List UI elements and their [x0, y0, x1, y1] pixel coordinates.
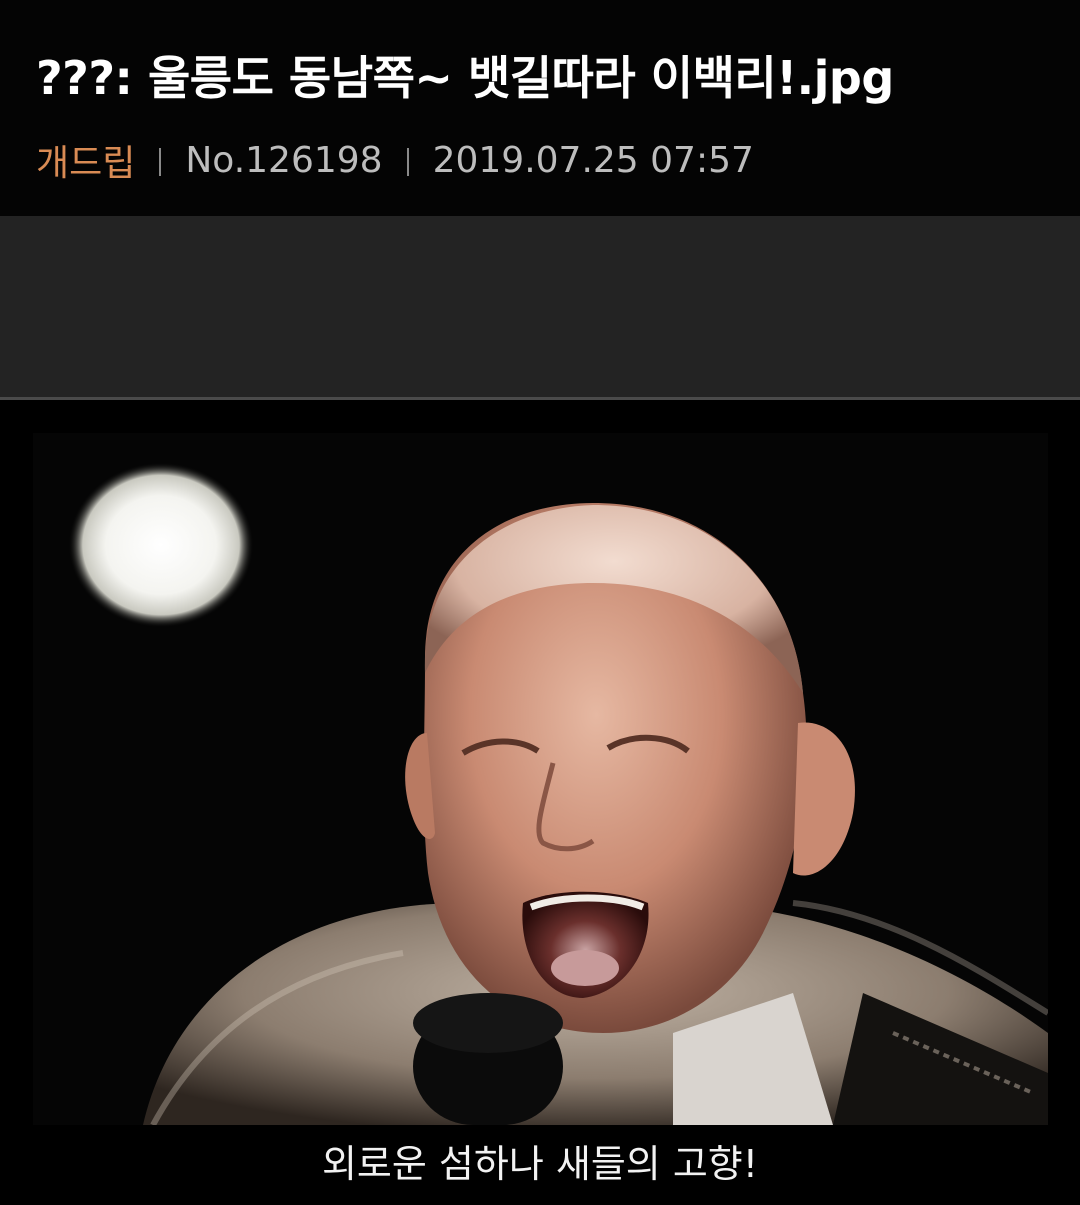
post-image[interactable] — [33, 433, 1048, 1125]
image-caption: 외로운 섬하나 새들의 고향! — [321, 1142, 759, 1186]
meta-divider — [159, 148, 162, 176]
post-number: No.126198 — [185, 139, 383, 181]
meta-divider — [406, 148, 409, 176]
moon-shape — [69, 463, 253, 627]
post-image-illustration — [33, 433, 1048, 1125]
post-header: ???: 울릉도 동남쪽~ 뱃길따라 이백리!.jpg 개드립 No.12619… — [0, 0, 1080, 216]
post-title: ???: 울릉도 동남쪽~ 뱃길따라 이백리!.jpg — [36, 51, 894, 105]
post-meta: 개드립 No.126198 2019.07.25 07:57 — [36, 132, 754, 188]
post-datetime: 2019.07.25 07:57 — [432, 139, 754, 181]
ad-placeholder — [0, 216, 1080, 397]
board-link[interactable]: 개드립 — [36, 134, 135, 186]
